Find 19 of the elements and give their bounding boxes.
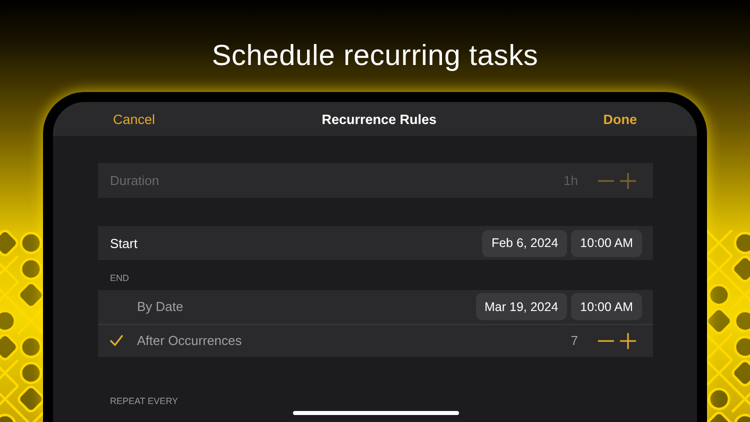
date-button[interactable]: Feb 6, 2024 [482,230,568,256]
row-label: By Date [137,299,184,314]
date-button[interactable]: Mar 19, 2024 [476,293,568,320]
row-label: Duration [110,173,160,188]
section-header: END [109,272,130,285]
cancel-button[interactable]: Cancel [113,112,156,126]
done-button[interactable]: Done [603,112,637,126]
headline: Schedule recurring tasks [210,39,540,74]
end-option-row[interactable]: By Date Mar 19, 2024 10:00 AM [98,290,653,324]
checkmark-icon [110,335,123,346]
end-option-row[interactable]: After Occurrences 7 [98,324,653,357]
screen-title: Recurrence Rules [322,112,437,126]
row-label: Start [110,236,138,250]
stepper-icon[interactable] [597,330,637,351]
section-header: REPEAT EVERY [109,395,180,408]
time-button[interactable]: 10:00 AM [571,230,642,256]
count-value: 7 [570,333,578,348]
time-button[interactable]: 10:00 AM [571,293,642,320]
row-label: After Occurrences [137,333,243,348]
